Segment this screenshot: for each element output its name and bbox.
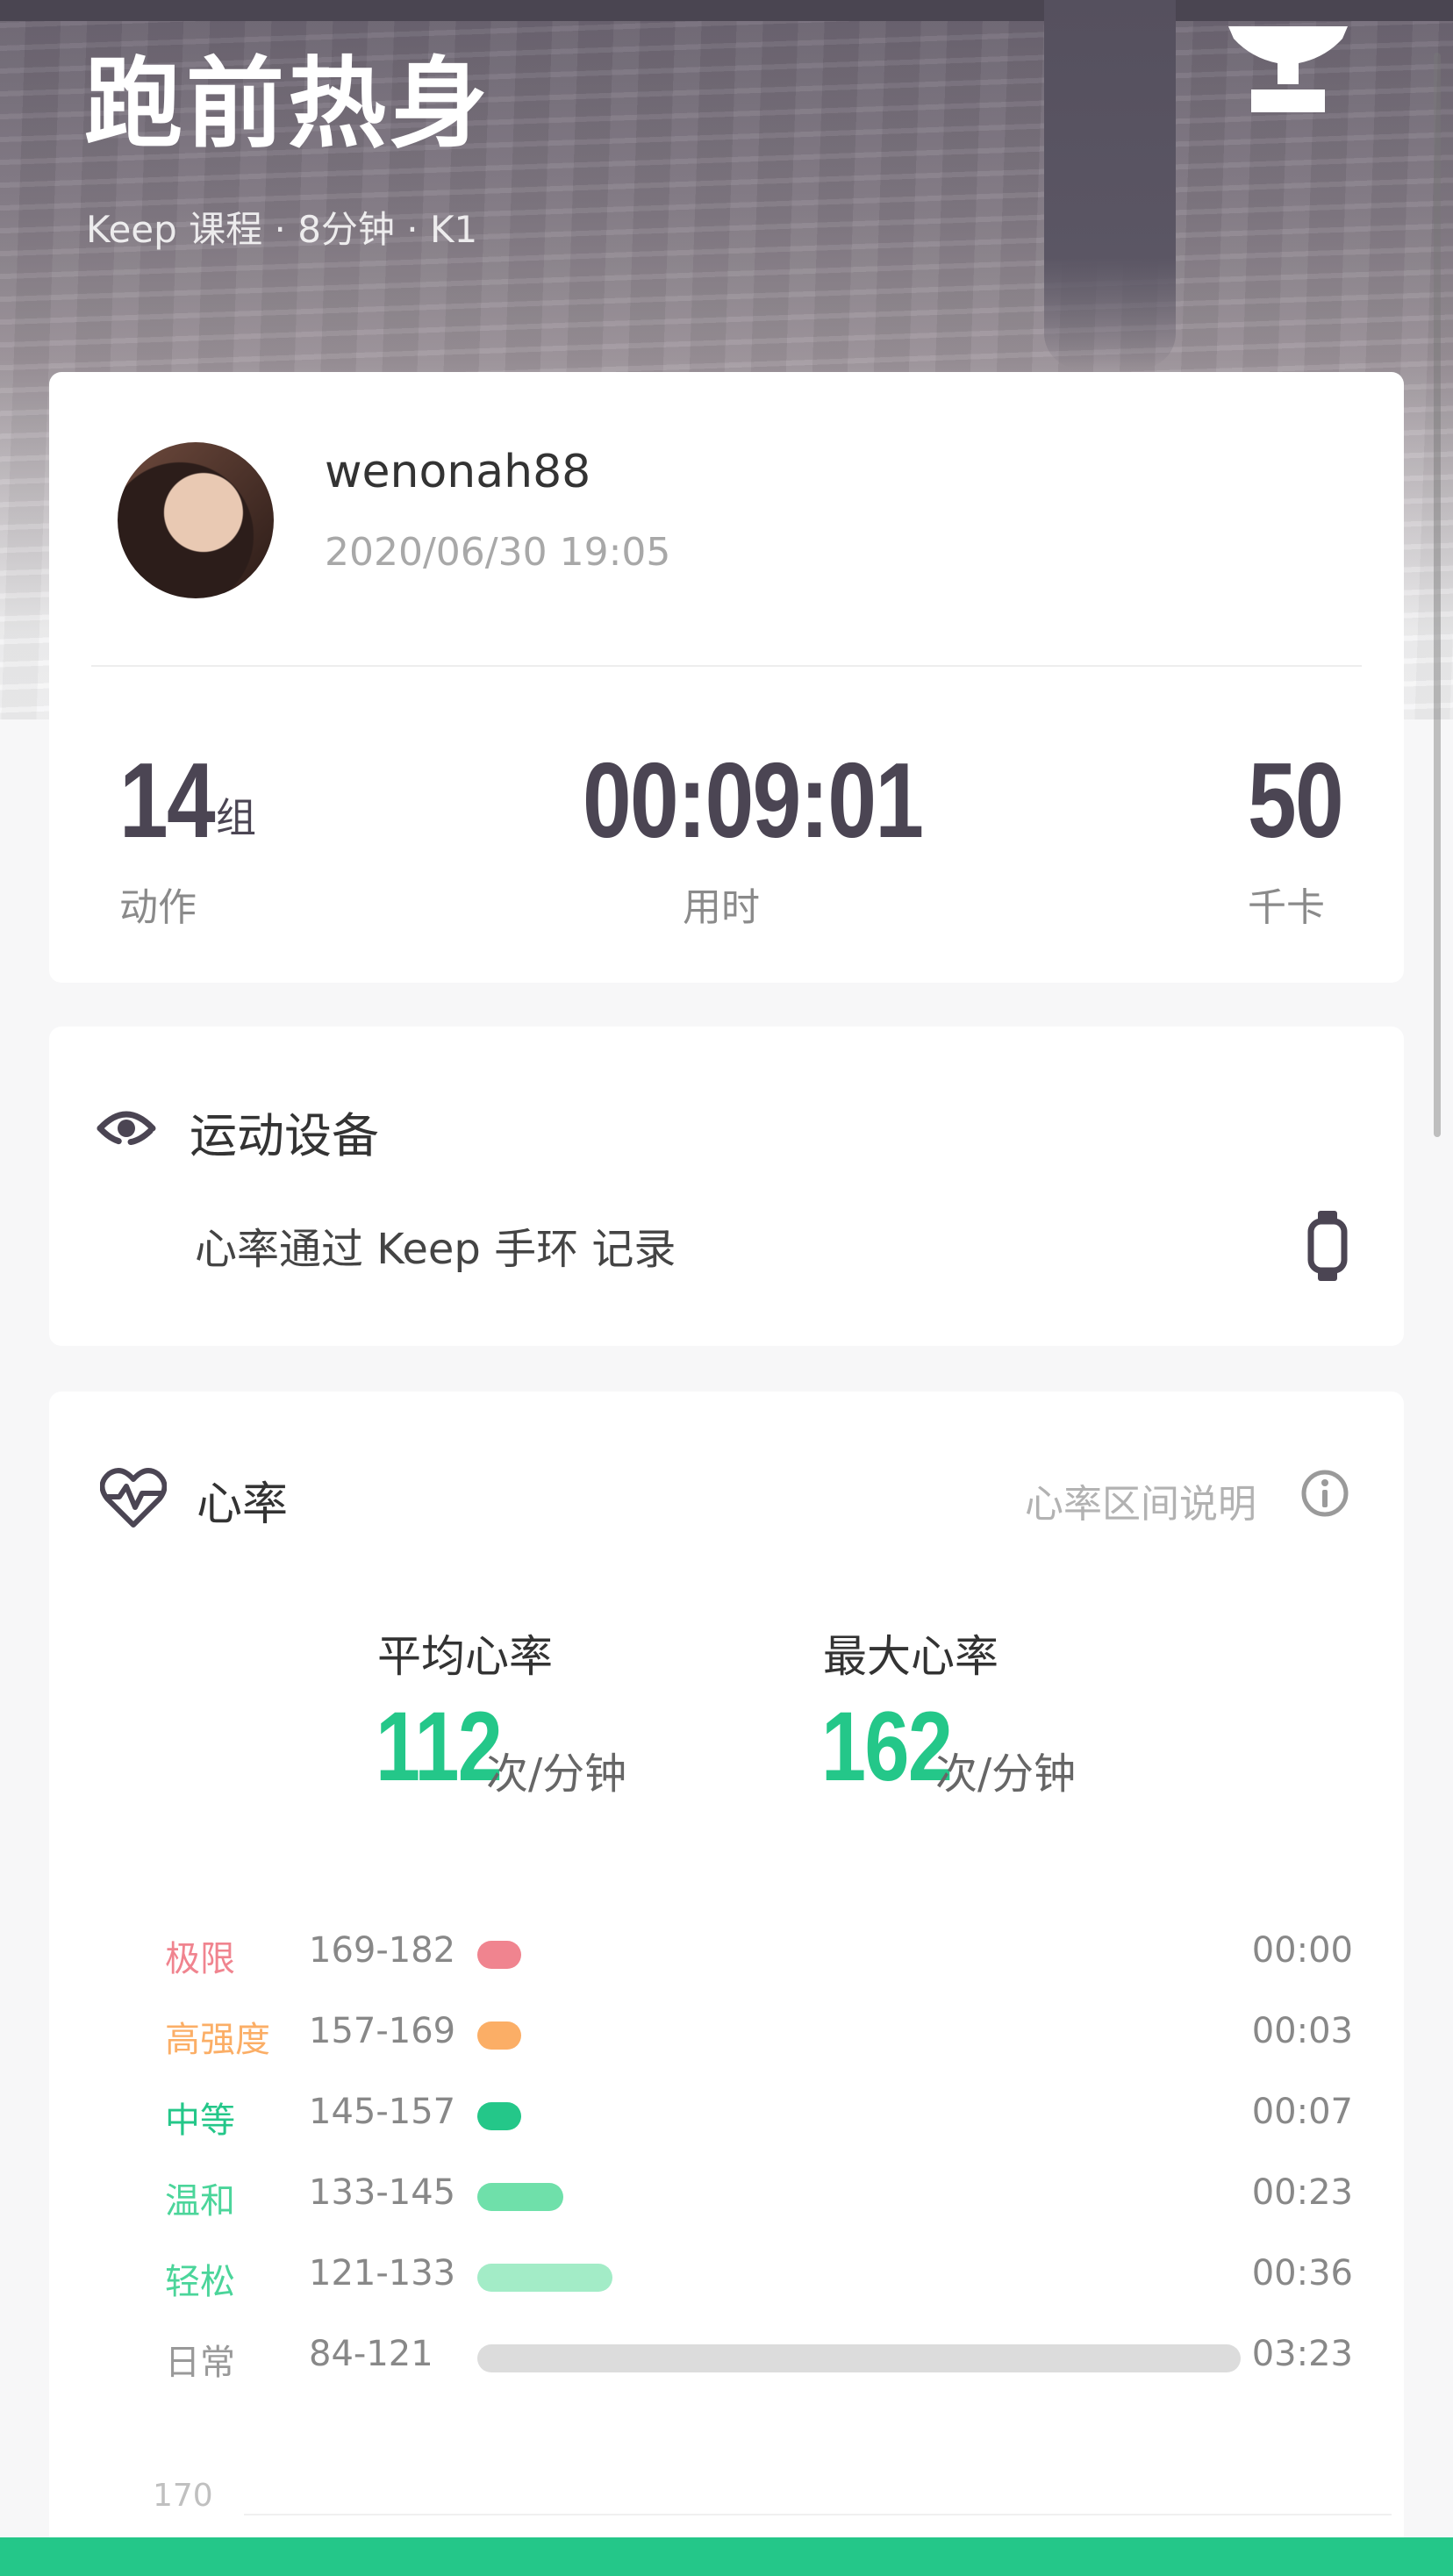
avg-hr-unit: 次/分钟 <box>486 1750 627 1799</box>
workout-detail-page: 跑前热身 Keep 课程 · 8分钟 · K1 wenonah88 2020/0… <box>0 0 1453 2576</box>
avatar[interactable] <box>118 442 274 598</box>
watch-icon[interactable] <box>1306 1209 1349 1283</box>
device-record-text: 心率通过 Keep 手环 记录 <box>195 1225 676 1274</box>
zone-range: 157-169 <box>309 2011 456 2051</box>
info-icon[interactable] <box>1300 1469 1349 1518</box>
avg-hr-label: 平均心率 <box>377 1631 553 1682</box>
heart-rate-card: 心率 心率区间说明 平均心率 112 次/分钟 最大心率 162 次/分钟 极限… <box>49 1392 1404 2576</box>
chart-gridline <box>244 2514 1392 2515</box>
zone-row-high: 高强度 157-169 00:03 <box>49 2007 1404 2060</box>
zone-name: 轻松 <box>165 2262 235 2302</box>
workout-summary-card: wenonah88 2020/06/30 19:05 14 组 动作 00:09… <box>49 372 1404 983</box>
avg-hr-value: 112 <box>376 1692 503 1801</box>
zone-bar <box>477 1941 521 1969</box>
zone-bar <box>477 2264 612 2292</box>
top-bar <box>0 0 1453 21</box>
device-section-title: 运动设备 <box>190 1108 379 1163</box>
zone-range: 84-121 <box>309 2334 433 2374</box>
sport-device-card: 运动设备 心率通过 Keep 手环 记录 <box>49 1027 1404 1346</box>
zone-help-link[interactable]: 心率区间说明 <box>1025 1472 1256 1528</box>
zone-time: 00:00 <box>1251 1930 1353 1971</box>
zone-name: 温和 <box>165 2181 235 2222</box>
zone-time: 00:03 <box>1251 2011 1353 2051</box>
workout-datetime: 2020/06/30 19:05 <box>325 530 671 575</box>
zone-time: 00:07 <box>1251 2092 1353 2132</box>
course-subtitle: Keep 课程 · 8分钟 · K1 <box>86 208 478 251</box>
zone-row-medium: 中等 145-157 00:07 <box>49 2088 1404 2141</box>
sport-device-icon <box>97 1111 156 1146</box>
stat-actions-value: 14 <box>119 741 216 860</box>
zone-time: 00:23 <box>1251 2172 1353 2213</box>
zone-bar <box>477 2344 1241 2372</box>
divider <box>91 665 1362 667</box>
trophy-icon[interactable] <box>1227 21 1349 119</box>
heart-rate-icon <box>100 1468 167 1528</box>
zone-range: 133-145 <box>309 2172 456 2213</box>
zone-time: 00:36 <box>1251 2253 1353 2293</box>
page-title: 跑前热身 <box>84 47 491 161</box>
zone-range: 121-133 <box>309 2253 456 2293</box>
heart-rate-title: 心率 <box>197 1478 289 1531</box>
stat-actions-unit: 组 <box>216 794 256 841</box>
bottom-action-bar[interactable] <box>0 2537 1453 2576</box>
zone-range: 145-157 <box>309 2092 456 2132</box>
stat-duration-label: 用时 <box>683 885 760 930</box>
zone-name: 极限 <box>165 1939 235 1979</box>
max-hr-label: 最大心率 <box>823 1631 998 1682</box>
stat-calories-label: 千卡 <box>1248 885 1325 930</box>
max-hr-unit: 次/分钟 <box>935 1750 1077 1799</box>
stat-duration-value: 00:09:01 <box>583 741 924 860</box>
zone-name: 日常 <box>165 2343 235 2383</box>
max-hr-value: 162 <box>821 1692 953 1801</box>
zone-range: 169-182 <box>309 1930 456 1971</box>
zone-time: 03:23 <box>1251 2334 1353 2374</box>
zone-bar <box>477 2183 563 2211</box>
zone-bar <box>477 2102 521 2130</box>
stat-actions-label: 动作 <box>119 885 197 930</box>
zone-name: 高强度 <box>165 2020 270 2060</box>
zone-row-easy: 轻松 121-133 00:36 <box>49 2250 1404 2302</box>
stat-calories-value: 50 <box>1248 741 1344 860</box>
chart-axis-label: 170 <box>153 2478 213 2514</box>
hero-photo-figure <box>1044 0 1176 369</box>
zone-row-mild: 温和 133-145 00:23 <box>49 2169 1404 2222</box>
zone-bar <box>477 2021 521 2050</box>
zone-row-limit: 极限 169-182 00:00 <box>49 1927 1404 1979</box>
scrollbar[interactable] <box>1434 53 1441 1137</box>
zone-name: 中等 <box>165 2100 235 2141</box>
zone-row-daily: 日常 84-121 03:23 <box>49 2330 1404 2383</box>
username[interactable]: wenonah88 <box>325 446 591 498</box>
